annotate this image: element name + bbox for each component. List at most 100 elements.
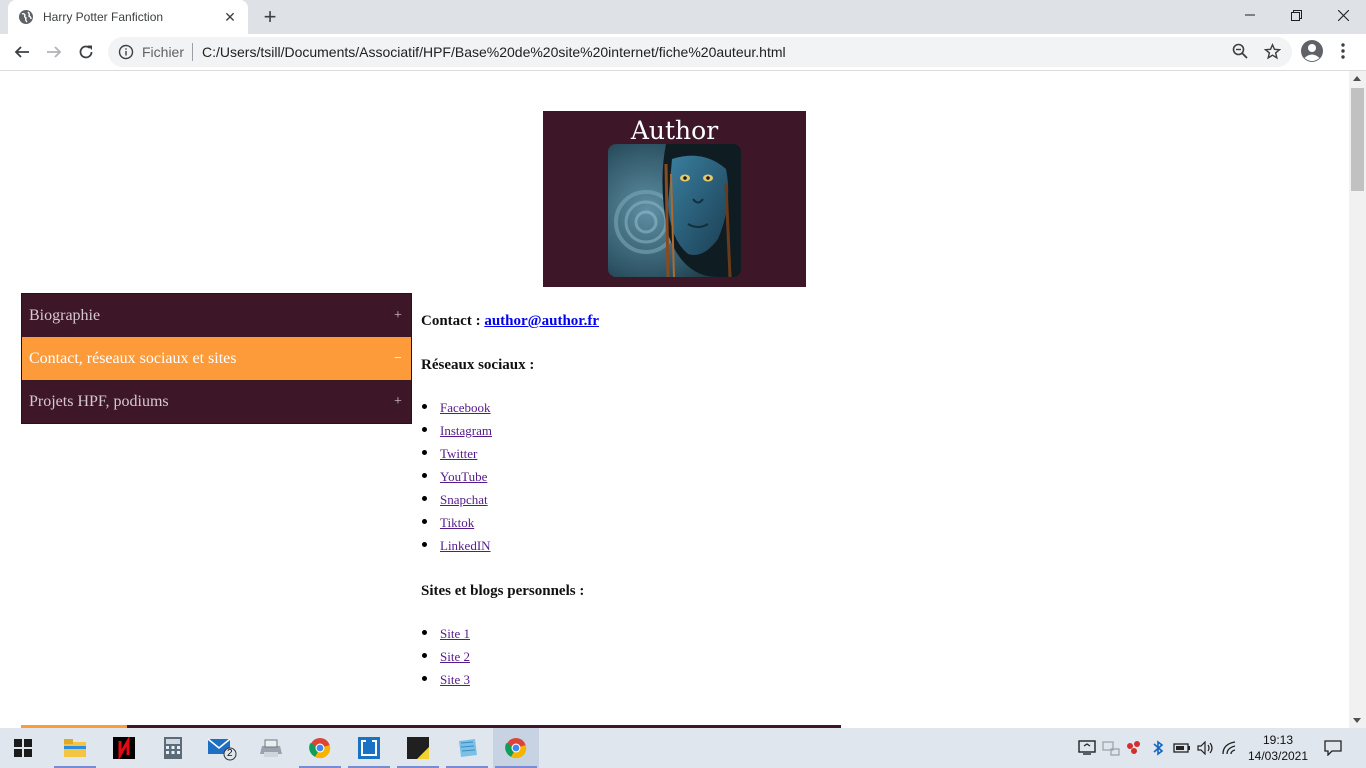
- youtube-link[interactable]: YouTube: [440, 469, 487, 484]
- notes-app-button[interactable]: [444, 728, 490, 768]
- site-2-link[interactable]: Site 2: [440, 649, 470, 664]
- list-item: Snapchat: [421, 488, 1021, 511]
- profile-button[interactable]: [1300, 39, 1324, 63]
- menu-button[interactable]: [1333, 41, 1353, 61]
- tab-close-icon[interactable]: ✕: [222, 9, 238, 25]
- bluetooth-tray[interactable]: [1148, 738, 1168, 758]
- chrome-button[interactable]: [297, 728, 343, 768]
- minimize-button[interactable]: [1227, 0, 1273, 30]
- tray-app-icon[interactable]: [1077, 738, 1097, 758]
- omnibox-separator: [192, 43, 194, 61]
- browser-tab[interactable]: Harry Potter Fanfiction ✕: [8, 0, 248, 34]
- site-1-link[interactable]: Site 1: [440, 626, 470, 641]
- editor-app-button[interactable]: [346, 728, 392, 768]
- forward-button[interactable]: [40, 38, 68, 66]
- accordion-label: Biographie: [29, 306, 101, 324]
- close-icon: [1337, 9, 1349, 21]
- social-links-list: Facebook Instagram Twitter YouTube Snapc…: [421, 396, 1021, 557]
- netflix-button[interactable]: [101, 728, 147, 768]
- chrome-active-button[interactable]: [493, 728, 539, 768]
- battery-tray[interactable]: [1172, 738, 1192, 758]
- file-explorer-button[interactable]: [52, 728, 98, 768]
- list-item: Facebook: [421, 396, 1021, 419]
- start-button[interactable]: [0, 728, 46, 768]
- reload-button[interactable]: [72, 38, 100, 66]
- list-item: Instagram: [421, 419, 1021, 442]
- contact-email-link[interactable]: author@author.fr: [484, 313, 599, 329]
- list-item: Twitter: [421, 442, 1021, 465]
- contact-label: Contact :: [421, 313, 481, 329]
- linkedin-link[interactable]: LinkedIN: [440, 538, 491, 553]
- list-item: LinkedIN: [421, 534, 1021, 557]
- monitor-sync-icon: [1078, 740, 1096, 755]
- expand-icon: +: [394, 393, 402, 409]
- calculator-icon: [164, 737, 182, 759]
- facebook-link[interactable]: Facebook: [440, 400, 491, 415]
- mail-button[interactable]: 2: [199, 728, 245, 768]
- sticky-notes-button[interactable]: [395, 728, 441, 768]
- mail-badge: 2: [227, 748, 233, 759]
- contact-line: Contact : author@author.fr: [421, 311, 1021, 331]
- browser-toolbar: Fichier C:/Users/tsill/Documents/Associa…: [0, 34, 1366, 71]
- author-avatar: [608, 144, 741, 277]
- tray-red-app-icon[interactable]: [1124, 738, 1144, 758]
- restore-button[interactable]: [1273, 0, 1319, 30]
- taskbar-clock[interactable]: 19:13 14/03/2021: [1243, 732, 1313, 764]
- sites-heading: Sites et blogs personnels :: [421, 583, 585, 599]
- arrow-left-icon: [14, 46, 29, 58]
- tiktok-link[interactable]: Tiktok: [440, 515, 474, 530]
- contact-panel: Contact : author@author.fr Réseaux socia…: [421, 311, 1021, 691]
- folder-icon: [64, 739, 86, 757]
- list-item: YouTube: [421, 465, 1021, 488]
- twitter-link[interactable]: Twitter: [440, 446, 477, 461]
- scroll-up-icon[interactable]: [1353, 76, 1361, 81]
- list-item: Tiktok: [421, 511, 1021, 534]
- windows-taskbar: 2 19:13 14/03/2021: [0, 728, 1366, 768]
- netflix-icon: [113, 737, 135, 759]
- accordion-item-biographie[interactable]: Biographie +: [22, 294, 411, 337]
- accordion-label: Contact, réseaux sociaux et sites: [29, 349, 237, 367]
- zoom-button[interactable]: [1230, 41, 1250, 61]
- accordion-item-contact[interactable]: Contact, réseaux sociaux et sites −: [22, 337, 411, 380]
- account-circle-icon: [1301, 40, 1323, 62]
- clock-time: 19:13: [1262, 733, 1294, 747]
- bookmark-button[interactable]: [1262, 41, 1282, 61]
- windows-logo-icon: [14, 739, 32, 757]
- globe-icon: [19, 10, 33, 24]
- arrow-right-icon: [47, 46, 62, 58]
- url-text[interactable]: C:/Users/tsill/Documents/Associatif/HPF/…: [202, 44, 786, 60]
- notification-icon: [1324, 740, 1342, 756]
- tab-title: Harry Potter Fanfiction: [43, 10, 164, 24]
- back-button[interactable]: [8, 38, 36, 66]
- new-tab-button[interactable]: +: [258, 5, 282, 29]
- wifi-icon: [1222, 741, 1236, 755]
- list-item: Site 1: [421, 622, 1021, 645]
- notepad-icon: [459, 739, 477, 757]
- list-item: Site 2: [421, 645, 1021, 668]
- site-links-list: Site 1 Site 2 Site 3: [421, 622, 1021, 691]
- profile-accordion: Biographie + Contact, réseaux sociaux et…: [21, 293, 412, 424]
- action-center-button[interactable]: [1322, 738, 1344, 758]
- clock-date: 14/03/2021: [1247, 749, 1309, 763]
- instagram-link[interactable]: Instagram: [440, 423, 492, 438]
- snapchat-link[interactable]: Snapchat: [440, 492, 488, 507]
- page-scrollbar[interactable]: [1349, 71, 1366, 728]
- accordion-item-projets[interactable]: Projets HPF, podiums +: [22, 380, 411, 423]
- more-vert-icon: [1341, 43, 1345, 59]
- bluetooth-icon: [1153, 740, 1164, 756]
- calculator-button[interactable]: [150, 728, 196, 768]
- site-3-link[interactable]: Site 3: [440, 672, 470, 687]
- volume-tray[interactable]: [1196, 738, 1216, 758]
- info-icon[interactable]: [118, 44, 134, 60]
- address-bar[interactable]: Fichier C:/Users/tsill/Documents/Associa…: [108, 37, 1292, 67]
- wifi-tray[interactable]: [1220, 738, 1240, 758]
- close-window-button[interactable]: [1320, 0, 1366, 30]
- list-item: Site 3: [421, 668, 1021, 691]
- tray-network-app-icon[interactable]: [1101, 738, 1121, 758]
- printer-app-button[interactable]: [248, 728, 294, 768]
- printer-icon: [260, 739, 282, 757]
- scroll-down-icon[interactable]: [1353, 718, 1361, 723]
- scrollbar-thumb[interactable]: [1351, 88, 1364, 191]
- battery-icon: [1173, 743, 1190, 753]
- page-viewport: Author Biographie + Contact, réseaux soc…: [0, 71, 1349, 728]
